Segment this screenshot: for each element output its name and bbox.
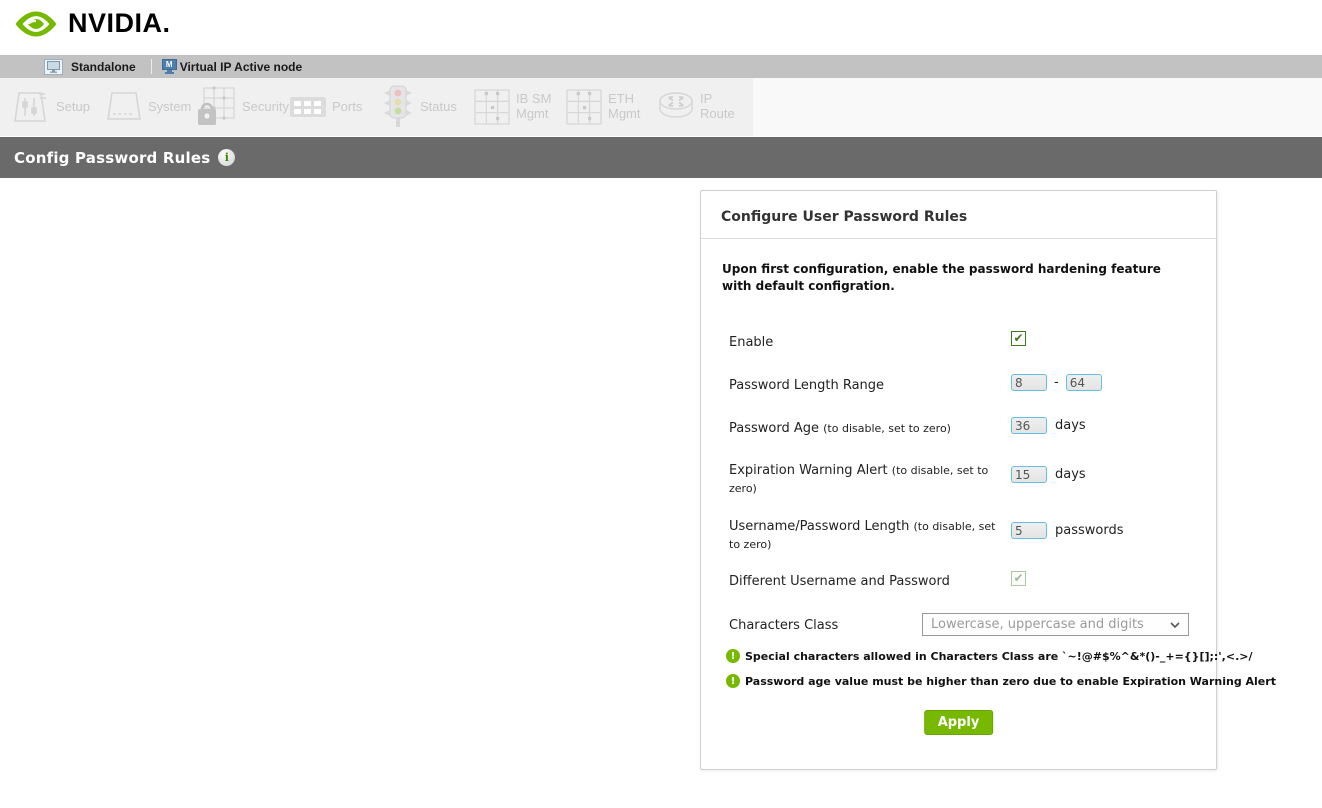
check-icon: ✔ bbox=[1013, 572, 1023, 584]
toolbar-item-setup[interactable]: Setup bbox=[12, 86, 104, 128]
setup-icon bbox=[12, 86, 52, 128]
toolbar-item-label: Setup bbox=[56, 100, 90, 115]
expiration-warning-unit: days bbox=[1055, 467, 1086, 482]
nvidia-wordmark: NVIDIA. bbox=[68, 8, 171, 39]
exclamation-icon: ! bbox=[726, 649, 740, 663]
toolbar-item-security[interactable]: Security bbox=[196, 85, 288, 129]
expiration-warning-label: Expiration Warning Alert (to disable, se… bbox=[729, 462, 1005, 497]
panel-intro-text: Upon first configuration, enable the pas… bbox=[722, 261, 1194, 295]
page-title: Config Password Rules bbox=[14, 149, 210, 167]
check-icon: ✔ bbox=[1013, 332, 1023, 344]
toolbar-item-label: Security bbox=[242, 100, 289, 115]
toolbar-item-system[interactable]: System bbox=[104, 86, 196, 128]
nvidia-logo: NVIDIA. bbox=[13, 8, 171, 39]
toolbar-item-label: System bbox=[148, 100, 191, 115]
panel-divider bbox=[701, 238, 1216, 239]
page-title-bar: Config Password Rules i bbox=[0, 137, 1322, 178]
toolbar: Setup System Security bbox=[12, 78, 748, 136]
toolbar-item-label: ETH Mgmt bbox=[608, 92, 641, 122]
characters-class-value: Lowercase, uppercase and digits bbox=[923, 617, 1170, 632]
eth-mgmt-icon bbox=[564, 86, 604, 128]
toolbar-item-ip-route[interactable]: IP Route bbox=[656, 87, 748, 127]
password-age-input[interactable] bbox=[1011, 417, 1047, 434]
toolbar-item-status[interactable]: Status bbox=[380, 84, 472, 130]
username-password-length-label: Username/Password Length (to disable, se… bbox=[729, 518, 1005, 553]
password-length-max-input[interactable] bbox=[1066, 374, 1102, 391]
panel-title: Configure User Password Rules bbox=[721, 209, 967, 225]
password-age-label: Password Age (to disable, set to zero) bbox=[729, 420, 1005, 438]
toolbar-item-ports[interactable]: Ports bbox=[288, 86, 380, 128]
toolbar-item-label: Ports bbox=[332, 100, 362, 115]
characters-class-dropdown[interactable]: Lowercase, uppercase and digits bbox=[922, 613, 1189, 636]
toolbar-item-eth-mgmt[interactable]: ETH Mgmt bbox=[564, 86, 656, 128]
enable-label: Enable bbox=[729, 334, 1005, 352]
top-header: NVIDIA. bbox=[0, 0, 1322, 55]
standalone-label: Standalone bbox=[71, 60, 136, 74]
toolbar-item-label: IB SM Mgmt bbox=[516, 92, 551, 122]
security-icon bbox=[196, 85, 238, 129]
virtual-ip-monitor-icon: M bbox=[162, 59, 177, 74]
info-icon[interactable]: i bbox=[218, 149, 235, 166]
mode-item-virtual-ip[interactable]: M Virtual IP Active node bbox=[162, 59, 302, 74]
virtual-ip-label: Virtual IP Active node bbox=[180, 60, 302, 74]
system-icon bbox=[104, 86, 144, 128]
range-separator: - bbox=[1054, 375, 1059, 390]
mode-item-standalone[interactable]: Standalone bbox=[44, 59, 136, 75]
apply-button[interactable]: Apply bbox=[924, 710, 994, 735]
ib-sm-mgmt-icon bbox=[472, 86, 512, 128]
username-password-length-input[interactable] bbox=[1011, 522, 1047, 539]
chevron-down-icon bbox=[1170, 622, 1180, 628]
toolbar-background-right bbox=[753, 78, 1322, 136]
exclamation-icon: ! bbox=[726, 674, 740, 688]
different-username-password-checkbox: ✔ bbox=[1011, 571, 1026, 586]
note-password-age: ! Password age value must be higher than… bbox=[726, 674, 1276, 688]
different-username-password-label: Different Username and Password bbox=[729, 573, 1005, 591]
mode-bar: Standalone M Virtual IP Active node bbox=[0, 55, 1322, 78]
toolbar-item-label: IP Route bbox=[700, 92, 735, 122]
nvidia-eye-icon bbox=[13, 9, 59, 39]
status-icon bbox=[380, 84, 416, 130]
note-special-characters: ! Special characters allowed in Characte… bbox=[726, 649, 1253, 663]
toolbar-item-label: Status bbox=[420, 100, 457, 115]
standalone-monitor-icon bbox=[44, 59, 63, 75]
ports-icon bbox=[288, 86, 328, 128]
ip-route-icon bbox=[656, 87, 696, 127]
password-age-unit: days bbox=[1055, 418, 1086, 433]
expiration-warning-input[interactable] bbox=[1011, 466, 1047, 483]
password-length-min-input[interactable] bbox=[1011, 374, 1047, 391]
enable-checkbox[interactable]: ✔ bbox=[1011, 331, 1026, 346]
username-password-length-unit: passwords bbox=[1055, 523, 1124, 538]
password-rules-panel: Configure User Password Rules Upon first… bbox=[700, 190, 1217, 770]
password-length-range-label: Password Length Range bbox=[729, 377, 1005, 395]
mode-bar-divider bbox=[151, 59, 152, 74]
toolbar-item-ib-sm-mgmt[interactable]: IB SM Mgmt bbox=[472, 86, 564, 128]
